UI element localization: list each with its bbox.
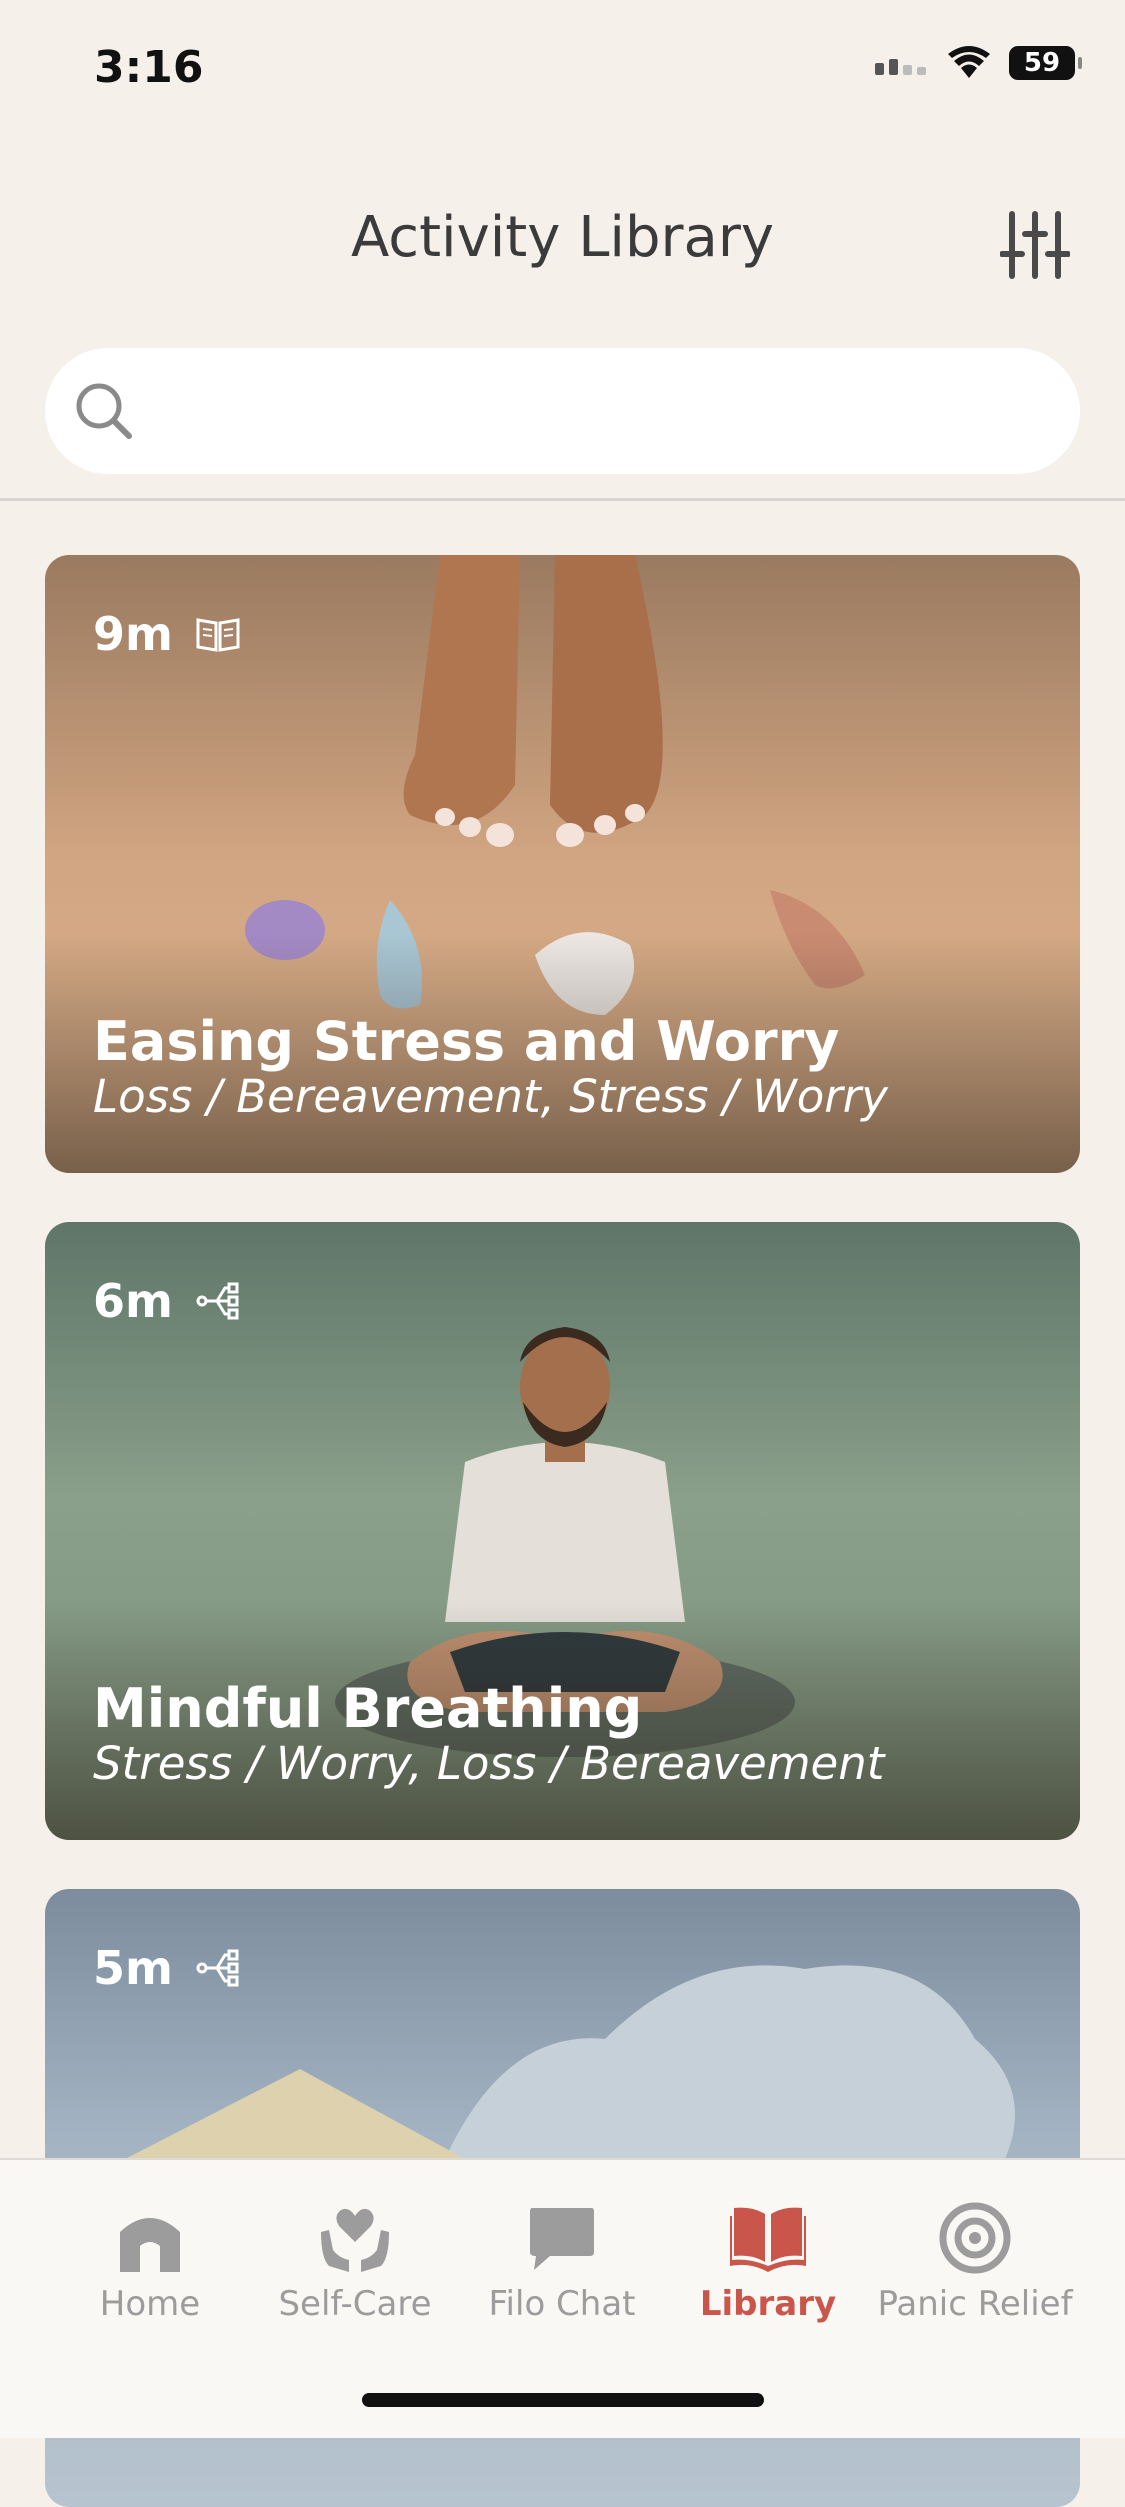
battery-indicator: 59	[1009, 46, 1082, 80]
tab-label: Self-Care	[278, 2284, 432, 2324]
tab-library[interactable]: Library	[668, 2202, 868, 2324]
page-title: Activity Library	[350, 205, 775, 270]
header-divider	[0, 498, 1125, 501]
card-duration: 9m	[93, 607, 241, 661]
home-indicator	[362, 2393, 764, 2407]
tab-label: Home	[99, 2284, 201, 2324]
tab-filo-chat[interactable]: Filo Chat	[462, 2202, 662, 2324]
duration-label: 5m	[93, 1941, 173, 1995]
filter-sliders-icon[interactable]	[1000, 210, 1070, 280]
status-time: 3:16	[94, 42, 204, 93]
chat-bubble-icon	[530, 2208, 594, 2270]
signal-icon	[875, 59, 926, 75]
heart-hands-icon	[321, 2208, 389, 2272]
tab-label: Filo Chat	[488, 2284, 636, 2324]
tab-label: Library	[699, 2284, 837, 2324]
card-title: Mindful Breathing	[93, 1677, 643, 1740]
tab-home[interactable]: Home	[50, 2202, 250, 2324]
status-icons: 59	[875, 46, 1082, 80]
house-icon	[120, 2218, 180, 2272]
card-title: Easing Stress and Worry	[93, 1010, 840, 1073]
target-icon	[939, 2202, 1011, 2274]
search-input[interactable]	[153, 347, 1080, 475]
branch-icon	[196, 1282, 239, 1320]
activity-card-easing-stress[interactable]: 9m Easing Stress and Worry Loss / Bereav…	[45, 555, 1080, 1173]
status-bar: 3:16 59	[0, 0, 1125, 140]
wifi-icon	[948, 46, 990, 78]
card-tags: Loss / Bereavement, Stress / Worry	[93, 1070, 888, 1123]
search-bar[interactable]	[45, 347, 1080, 475]
tab-label: Panic Relief	[877, 2284, 1073, 2324]
branch-icon	[196, 1949, 239, 1987]
card-duration: 6m	[93, 1274, 241, 1328]
tab-self-care[interactable]: Self-Care	[255, 2202, 455, 2324]
card-duration: 5m	[93, 1941, 241, 1995]
tab-panic-relief[interactable]: Panic Relief	[875, 2202, 1075, 2324]
activity-card-mindful-breathing[interactable]: 6m Mindful Breathing Stress / Worry, Los…	[45, 1222, 1080, 1840]
duration-label: 9m	[93, 607, 173, 661]
book-icon	[196, 618, 240, 652]
search-icon	[76, 383, 132, 439]
duration-label: 6m	[93, 1274, 173, 1328]
card-tags: Stress / Worry, Loss / Bereavement	[93, 1737, 885, 1790]
open-book-icon	[730, 2207, 806, 2272]
